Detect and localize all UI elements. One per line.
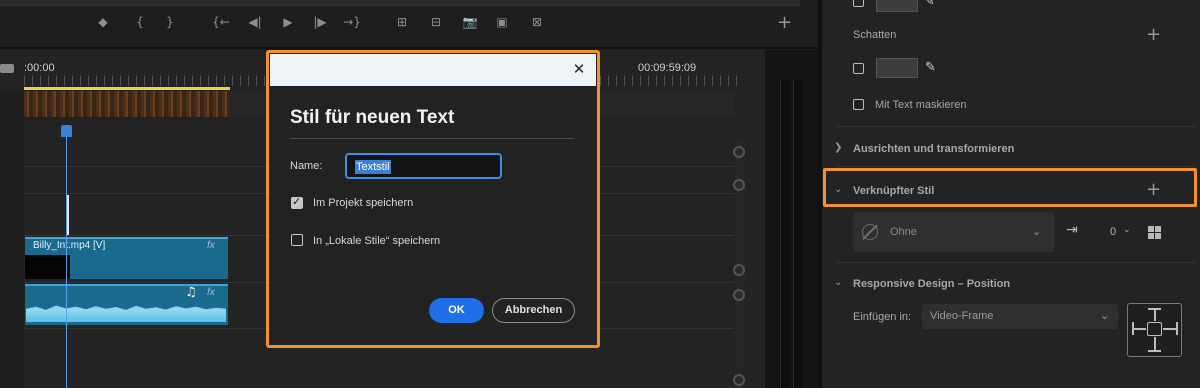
scroll-handle[interactable] [733, 264, 745, 276]
export-frame-icon[interactable]: 📷 [461, 14, 479, 30]
style-count[interactable]: 0 [1110, 226, 1116, 238]
add-marker-icon[interactable]: ◆ [94, 14, 112, 30]
pin-left-cap [1132, 322, 1134, 335]
pin-top-cap [1148, 308, 1161, 310]
pin-right-cap [1176, 322, 1178, 335]
chevron-down-icon[interactable]: ⌄ [834, 277, 842, 288]
play-icon[interactable]: ▶ [279, 14, 297, 30]
pin-to-label: Einfügen in: [853, 311, 912, 323]
responsive-design-section[interactable]: Responsive Design – Position [853, 278, 1010, 290]
step-forward-icon[interactable]: |▶ [311, 14, 329, 30]
step-back-icon[interactable]: ◀| [246, 14, 264, 30]
video-clip-label: Billy_Int.mp4 [V] [33, 240, 106, 251]
dialog-highlight [266, 50, 600, 348]
audio-fx-badge[interactable]: fx [207, 287, 215, 298]
scroll-handle[interactable] [733, 289, 745, 301]
pin-bottom-cap [1148, 350, 1161, 352]
audio-meter-right [793, 80, 803, 388]
style-dropdown[interactable] [853, 212, 1054, 252]
work-area-bar[interactable] [24, 87, 230, 90]
scroll-handle[interactable] [733, 179, 745, 191]
align-transform-section[interactable]: Ausrichten und transformieren [853, 143, 1014, 155]
section-divider [836, 126, 1196, 127]
section-divider [836, 262, 1196, 263]
push-style-icon[interactable]: ⇥ [1066, 222, 1084, 240]
chevron-down-icon: ⌄ [1100, 310, 1110, 322]
pin-to-dropdown-value: Video-Frame [930, 310, 994, 322]
eyedropper-icon[interactable]: ✎ [924, 0, 935, 9]
audio-meter [765, 50, 818, 388]
timecode-start: :00:00 [24, 62, 55, 74]
mask-with-text-checkbox[interactable] [853, 99, 864, 110]
chevron-right-icon[interactable]: ❯ [834, 142, 842, 153]
pin-top-line[interactable] [1154, 308, 1156, 321]
shadow-label: Schatten [853, 29, 897, 41]
mask-with-text-label: Mit Text maskieren [875, 99, 967, 111]
video-fx-badge[interactable]: fx [207, 240, 215, 251]
chevron-down-icon: ⌄ [1032, 226, 1042, 238]
grid-icon[interactable] [1148, 226, 1161, 239]
extract-icon[interactable]: ⊟ [427, 14, 445, 30]
pin-bottom-line[interactable] [1154, 337, 1156, 350]
playhead-line[interactable] [66, 126, 67, 388]
captions-icon[interactable] [0, 64, 14, 73]
pin-left-line[interactable] [1132, 328, 1146, 330]
audio-meter-left [780, 80, 790, 388]
create-style-icon[interactable]: + [1146, 181, 1161, 199]
button-editor-add-icon[interactable]: + [777, 14, 792, 32]
mark-in-icon[interactable]: { [131, 14, 149, 30]
panel-divider [0, 47, 818, 49]
shadow-checkbox[interactable] [853, 63, 864, 74]
clip-thumbnail [25, 255, 70, 279]
toggle-proxies-icon[interactable]: ⊠ [528, 14, 546, 30]
scroll-handle[interactable] [733, 146, 745, 158]
scroll-handle[interactable] [733, 374, 745, 386]
fill-checkbox[interactable] [853, 0, 864, 7]
pin-center-box[interactable] [1147, 322, 1162, 336]
linked-style-section[interactable]: Verknüpfter Stil [853, 185, 934, 197]
music-note-icon: ♫ [185, 285, 197, 300]
fill-color-swatch[interactable] [876, 0, 918, 12]
timecode-end: 00:09:59:09 [638, 62, 697, 74]
render-bar [24, 91, 229, 117]
go-to-out-icon[interactable]: →} [343, 14, 361, 30]
add-shadow-icon[interactable]: + [1146, 26, 1161, 44]
eyedropper-icon[interactable]: ✎ [925, 60, 936, 75]
chevron-down-icon[interactable]: ⌄ [834, 184, 842, 195]
track-headers [0, 90, 24, 388]
section-divider [836, 166, 1196, 167]
shadow-color-swatch[interactable] [876, 58, 918, 78]
mark-out-icon[interactable]: } [161, 14, 179, 30]
playhead-handle[interactable] [61, 125, 72, 137]
go-to-in-icon[interactable]: {← [212, 14, 230, 30]
chevron-down-icon[interactable]: ⌄ [1123, 225, 1131, 235]
monitor-scrub-bar[interactable] [0, 0, 800, 6]
style-dropdown-value: Ohne [890, 226, 917, 238]
lift-icon[interactable]: ⊞ [393, 14, 411, 30]
pin-right-line[interactable] [1163, 328, 1177, 330]
comparison-view-icon[interactable]: ▣ [493, 14, 511, 30]
